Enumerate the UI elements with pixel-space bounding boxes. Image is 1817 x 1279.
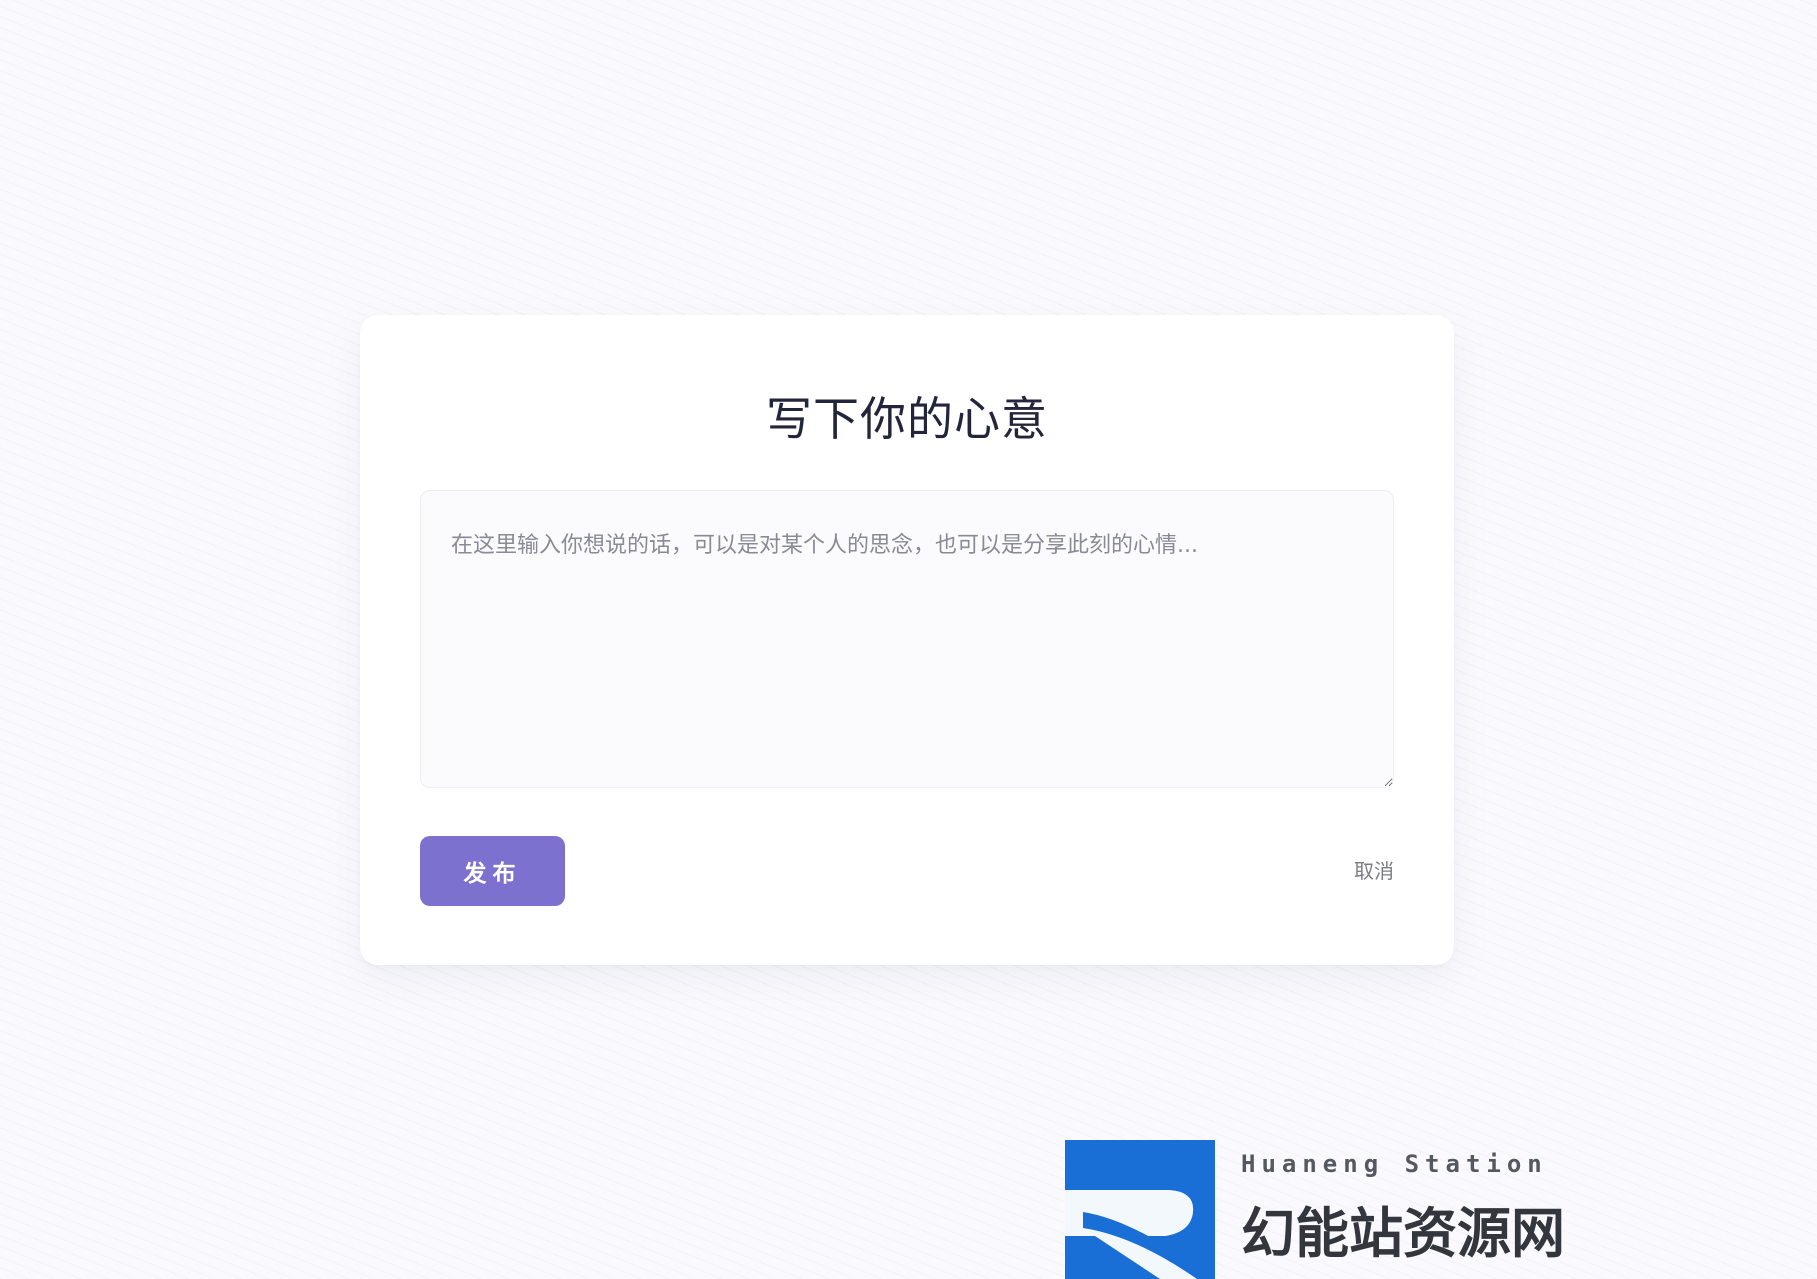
message-textarea[interactable] bbox=[420, 490, 1394, 788]
message-field-wrapper bbox=[420, 490, 1394, 788]
cancel-button[interactable]: 取消 bbox=[1354, 855, 1394, 884]
page: 写下你的心意 发布 取消 Huaneng Station 幻能站资源网 bbox=[0, 0, 1817, 1279]
publish-button[interactable]: 发布 bbox=[420, 836, 565, 906]
card-title: 写下你的心意 bbox=[766, 392, 1048, 446]
compose-card: 写下你的心意 发布 取消 bbox=[360, 315, 1454, 965]
brand-logo: Huaneng Station 幻能站资源网 bbox=[1065, 1140, 1565, 1279]
brand-logo-subtitle: Huaneng Station bbox=[1241, 1150, 1548, 1178]
brand-logo-title: 幻能站资源网 bbox=[1241, 1202, 1565, 1265]
brand-logo-mark-icon bbox=[1065, 1140, 1215, 1279]
